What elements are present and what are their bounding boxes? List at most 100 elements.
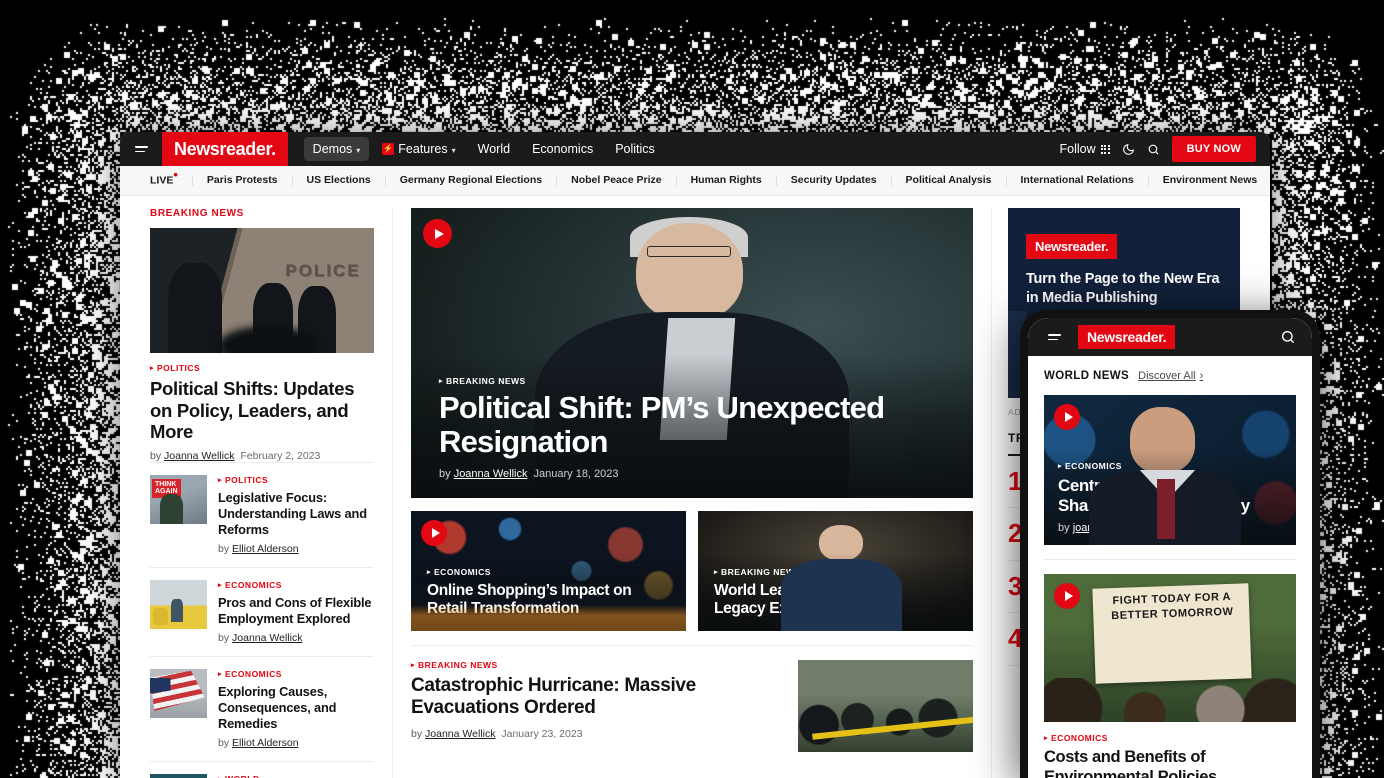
nav-item-world[interactable]: World [469, 137, 519, 161]
follow-label: Follow [1060, 142, 1096, 156]
nav-item-politics[interactable]: Politics [606, 137, 664, 161]
secondary-cards-row: ECONOMICS Online Shopping’s Impact on Re… [411, 511, 973, 631]
ticker-item[interactable]: Political Analysis [892, 175, 1007, 186]
mobile-body: WORLD NEWS Discover All › ECONOMICS Cent… [1028, 356, 1312, 778]
ticker-item[interactable]: International Relations [1007, 175, 1149, 186]
by-prefix: by [218, 737, 229, 749]
list-item[interactable]: ECONOMICS Pros and Cons of Flexible Empl… [150, 567, 374, 656]
wide-article-thumbnail[interactable] [798, 660, 973, 752]
site-logo[interactable]: Newsreader. [162, 132, 288, 166]
secondary-card[interactable]: BREAKING NEWS World Leader’s Nobel Win: … [698, 511, 973, 631]
lead-article-image[interactable] [150, 228, 374, 353]
list-item-thumbnail[interactable] [150, 580, 207, 629]
nav-label-politics: Politics [615, 142, 655, 156]
list-item-title[interactable]: Legislative Focus: Understanding Laws an… [218, 490, 374, 538]
follow-button[interactable]: Follow [1060, 142, 1110, 156]
play-icon[interactable] [1054, 583, 1080, 609]
category-tag[interactable]: POLITICS [218, 475, 374, 485]
list-item-thumbnail[interactable] [150, 774, 207, 778]
search-icon[interactable] [1280, 329, 1296, 345]
secondary-card[interactable]: ECONOMICS Online Shopping’s Impact on Re… [411, 511, 686, 631]
secondary-card-title[interactable]: Online Shopping’s Impact on Retail Trans… [427, 582, 670, 618]
author-link[interactable]: Joanna Wellick [425, 728, 495, 740]
screenshot-stage: Newsreader. Demos ▾ ⚡ Features ▾ World E… [0, 0, 1384, 778]
hamburger-icon[interactable] [120, 146, 162, 152]
mobile-section-title: WORLD NEWS [1044, 370, 1129, 382]
main-nav: Demos ▾ ⚡ Features ▾ World Economics Pol… [304, 137, 664, 161]
nav-item-demos[interactable]: Demos ▾ [304, 137, 370, 161]
byline: by Joanna Wellick February 2, 2023 [150, 450, 374, 462]
list-item-thumbnail[interactable] [150, 475, 207, 524]
category-tag[interactable]: ECONOMICS [218, 580, 374, 590]
hero-article-card[interactable]: BREAKING NEWS Political Shift: PM’s Unex… [411, 208, 973, 498]
wide-article-text: BREAKING NEWS Catastrophic Hurricane: Ma… [411, 660, 778, 752]
ticker-item[interactable]: Human Rights [677, 175, 777, 186]
ticker-item[interactable]: US Elections [293, 175, 386, 186]
author-link[interactable]: Elliot Alderson [232, 737, 299, 749]
play-icon[interactable] [421, 520, 447, 546]
category-tag[interactable]: ECONOMICS [1058, 461, 1282, 471]
mobile-second-card-image[interactable]: FIGHT TODAY FOR A BETTER TOMORROW [1044, 574, 1296, 722]
author-link[interactable]: Elliot Alderson [232, 543, 299, 555]
by-prefix: by [218, 632, 229, 644]
mobile-device-mockup: Newsreader. WORLD NEWS Discover All › ▸ … [1020, 310, 1320, 778]
list-item[interactable]: WORLD [150, 761, 374, 778]
by-prefix: by [218, 543, 229, 555]
category-tag[interactable]: ECONOMICS [1044, 733, 1296, 743]
ticker-item-live[interactable]: LIVE• [150, 175, 193, 186]
mobile-second-card-title[interactable]: Costs and Benefits of Environmental Poli… [1044, 748, 1296, 778]
list-item-title[interactable]: Exploring Causes, Consequences, and Reme… [218, 684, 374, 732]
discover-all-link[interactable]: Discover All › [1138, 370, 1203, 382]
byline: by Joanna Wellick [218, 632, 374, 644]
author-link[interactable]: joanna [1073, 522, 1106, 534]
mobile-header: Newsreader. [1028, 318, 1312, 356]
mobile-screen: Newsreader. WORLD NEWS Discover All › ▸ … [1028, 318, 1312, 778]
list-item-title[interactable]: Pros and Cons of Flexible Employment Exp… [218, 595, 374, 627]
moon-icon[interactable] [1122, 143, 1135, 156]
hamburger-icon[interactable] [1044, 334, 1064, 340]
wide-article-title[interactable]: Catastrophic Hurricane: Massive Evacuati… [411, 675, 778, 720]
list-item-thumbnail[interactable] [150, 669, 207, 718]
author-link[interactable]: Joanna Wellick [232, 632, 302, 644]
publish-date: January 23, 2023 [501, 728, 582, 740]
nav-item-economics[interactable]: Economics [523, 137, 602, 161]
hero-article-title[interactable]: Political Shift: PM’s Unexpected Resigna… [439, 391, 945, 459]
category-tag[interactable]: POLITICS [150, 363, 374, 373]
secondary-card-title[interactable]: World Leader’s Nobel Win: Legacy Examine… [714, 582, 957, 618]
author-link[interactable]: Joanna Wellick [164, 450, 234, 462]
nav-label-demos: Demos [313, 142, 353, 156]
play-icon[interactable] [423, 219, 452, 248]
nav-label-features: Features [398, 142, 447, 156]
ticker-item[interactable]: Security Updates [777, 175, 892, 186]
ticker-item[interactable]: Germany Regional Elections [386, 175, 557, 186]
live-dot-icon: • [173, 167, 178, 182]
list-item[interactable]: ECONOMICS Exploring Causes, Consequences… [150, 656, 374, 761]
by-prefix: by [150, 450, 161, 462]
ticker-item[interactable]: Paris Protests [193, 175, 293, 186]
byline: by Joanna Wellick January 18, 2023 [439, 468, 945, 480]
list-item[interactable]: POLITICS Legislative Focus: Understandin… [150, 462, 374, 567]
category-tag[interactable]: WORLD [218, 774, 260, 778]
category-tag[interactable]: ECONOMICS [427, 567, 670, 577]
site-header: Newsreader. Demos ▾ ⚡ Features ▾ World E… [120, 132, 1270, 166]
category-tag[interactable]: BREAKING NEWS [439, 376, 945, 386]
mobile-section-header: WORLD NEWS Discover All › [1044, 370, 1296, 382]
nav-item-features[interactable]: ⚡ Features ▾ [373, 137, 464, 161]
buy-now-button[interactable]: BUY NOW [1172, 136, 1256, 162]
author-link[interactable]: Joanna Wellick [454, 468, 528, 480]
mobile-logo[interactable]: Newsreader. [1078, 325, 1175, 349]
mobile-featured-card[interactable]: ECONOMICS Central Banks’ Role in Shaping… [1044, 395, 1296, 545]
hero-overlay: BREAKING NEWS Political Shift: PM’s Unex… [411, 354, 973, 498]
lead-article-title[interactable]: Political Shifts: Updates on Policy, Lea… [150, 378, 374, 443]
play-icon[interactable] [1054, 404, 1080, 430]
wide-article-item[interactable]: BREAKING NEWS Catastrophic Hurricane: Ma… [411, 645, 973, 752]
search-icon[interactable] [1147, 143, 1160, 156]
ticker-item[interactable]: Environment News [1149, 175, 1270, 186]
by-prefix: by [411, 728, 422, 740]
card-overlay: BREAKING NEWS World Leader’s Nobel Win: … [698, 553, 973, 631]
chevron-down-icon: ▾ [356, 146, 360, 155]
category-tag[interactable]: BREAKING NEWS [411, 660, 778, 670]
category-tag[interactable]: ECONOMICS [218, 669, 374, 679]
category-tag[interactable]: BREAKING NEWS [714, 567, 957, 577]
ticker-item[interactable]: Nobel Peace Prize [557, 175, 676, 186]
